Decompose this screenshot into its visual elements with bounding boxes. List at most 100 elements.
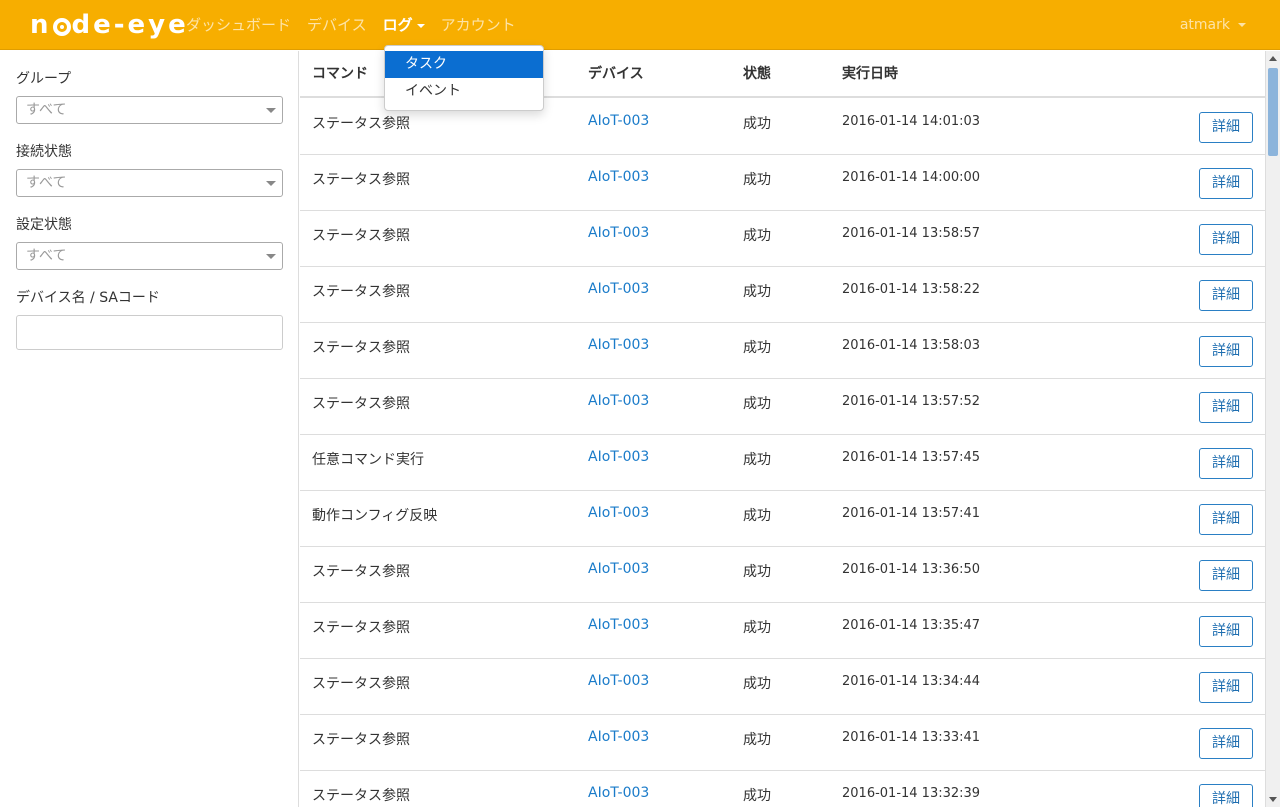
table-row: ステータス参照 AIoT-003 成功 2016-01-14 13:58:03 詳細: [300, 323, 1265, 379]
row-status: 成功: [743, 396, 771, 412]
detail-button[interactable]: 詳細: [1199, 224, 1253, 255]
detail-button[interactable]: 詳細: [1199, 336, 1253, 367]
nav-account[interactable]: アカウント: [433, 0, 524, 50]
row-device-link[interactable]: AIoT-003: [588, 113, 649, 129]
row-command: ステータス参照: [312, 620, 410, 636]
detail-button[interactable]: 詳細: [1199, 392, 1253, 423]
row-command: ステータス参照: [312, 228, 410, 244]
detail-button[interactable]: 詳細: [1199, 280, 1253, 311]
detail-button[interactable]: 詳細: [1199, 616, 1253, 647]
detail-button[interactable]: 詳細: [1199, 560, 1253, 591]
row-device-link[interactable]: AIoT-003: [588, 673, 649, 689]
header-status[interactable]: 状態: [743, 51, 771, 98]
nav-devices[interactable]: デバイス: [299, 0, 375, 50]
nav-dashboard[interactable]: ダッシュボード: [178, 0, 299, 50]
table-row: ステータス参照 AIoT-003 成功 2016-01-14 13:33:41 詳細: [300, 715, 1265, 771]
row-datetime: 2016-01-14 13:57:45: [842, 450, 981, 465]
row-datetime: 2016-01-14 13:35:47: [842, 618, 981, 633]
row-command: ステータス参照: [312, 116, 410, 132]
row-status: 成功: [743, 620, 771, 636]
row-device-link[interactable]: AIoT-003: [588, 337, 649, 353]
row-device-link[interactable]: AIoT-003: [588, 785, 649, 801]
row-status: 成功: [743, 340, 771, 356]
row-status: 成功: [743, 564, 771, 580]
vertical-scrollbar[interactable]: [1265, 51, 1280, 807]
menu-item-events[interactable]: イベント: [385, 78, 543, 105]
config-label: 設定状態: [16, 217, 72, 233]
table-row: ステータス参照 AIoT-003 成功 2016-01-14 13:58:57 詳細: [300, 211, 1265, 267]
row-datetime: 2016-01-14 13:33:41: [842, 730, 981, 745]
config-select-value: すべて: [26, 248, 67, 264]
row-datetime: 2016-01-14 13:57:52: [842, 394, 981, 409]
menu-item-tasks[interactable]: タスク: [385, 51, 543, 78]
row-command: ステータス参照: [312, 788, 410, 804]
row-command: ステータス参照: [312, 340, 410, 356]
group-label: グループ: [16, 71, 72, 87]
connection-select[interactable]: すべて: [16, 169, 283, 197]
row-device-link[interactable]: AIoT-003: [588, 393, 649, 409]
table-row: ステータス参照 AIoT-003 成功 2016-01-14 14:00:00 詳細: [300, 155, 1265, 211]
scrollbar-thumb[interactable]: [1268, 68, 1278, 156]
user-menu[interactable]: atmark: [1180, 0, 1246, 50]
config-select[interactable]: すべて: [16, 242, 283, 270]
detail-button[interactable]: 詳細: [1199, 168, 1253, 199]
header-datetime[interactable]: 実行日時: [842, 51, 898, 98]
table-row: ステータス参照 AIoT-003 成功 2016-01-14 13:34:44 詳細: [300, 659, 1265, 715]
row-device-link[interactable]: AIoT-003: [588, 729, 649, 745]
brand-text-end: de-eye: [71, 10, 189, 40]
table-row: ステータス参照 AIoT-003 成功 2016-01-14 13:57:52 詳細: [300, 379, 1265, 435]
detail-button[interactable]: 詳細: [1199, 728, 1253, 759]
row-command: 任意コマンド実行: [312, 452, 424, 468]
row-device-link[interactable]: AIoT-003: [588, 169, 649, 185]
dropdown-arrow-icon: [266, 254, 276, 259]
row-device-link[interactable]: AIoT-003: [588, 225, 649, 241]
row-datetime: 2016-01-14 13:57:41: [842, 506, 981, 521]
table-row: ステータス参照 AIoT-003 成功 2016-01-14 13:58:22 詳細: [300, 267, 1265, 323]
row-command: ステータス参照: [312, 396, 410, 412]
row-device-link[interactable]: AIoT-003: [588, 617, 649, 633]
scroll-down-icon[interactable]: [1266, 792, 1280, 807]
main-nav: ダッシュボード デバイス ログ アカウント: [178, 0, 524, 50]
group-select[interactable]: すべて: [16, 96, 283, 124]
table-row: ステータス参照 AIoT-003 成功 2016-01-14 13:32:39 詳細: [300, 771, 1265, 807]
row-command: ステータス参照: [312, 564, 410, 580]
detail-button[interactable]: 詳細: [1199, 448, 1253, 479]
row-datetime: 2016-01-14 13:34:44: [842, 674, 981, 689]
row-status: 成功: [743, 676, 771, 692]
caret-down-icon: [1238, 23, 1246, 27]
detail-button[interactable]: 詳細: [1199, 784, 1253, 807]
nav-logs[interactable]: ログ: [375, 0, 433, 50]
row-device-link[interactable]: AIoT-003: [588, 449, 649, 465]
row-datetime: 2016-01-14 13:58:22: [842, 282, 981, 297]
row-status: 成功: [743, 116, 771, 132]
table-row: ステータス参照 AIoT-003 成功 2016-01-14 13:36:50 詳細: [300, 547, 1265, 603]
header-command[interactable]: コマンド: [312, 51, 368, 98]
header-device[interactable]: デバイス: [588, 51, 644, 98]
brand-ring-icon: [52, 18, 71, 36]
caret-down-icon: [416, 23, 425, 28]
dropdown-arrow-icon: [266, 108, 276, 113]
row-status: 成功: [743, 508, 771, 524]
row-datetime: 2016-01-14 13:36:50: [842, 562, 981, 577]
row-device-link[interactable]: AIoT-003: [588, 281, 649, 297]
row-device-link[interactable]: AIoT-003: [588, 505, 649, 521]
row-status: 成功: [743, 284, 771, 300]
brand-logo[interactable]: n de-eye: [30, 8, 189, 42]
logs-dropdown-menu: タスク イベント: [384, 45, 544, 111]
row-status: 成功: [743, 732, 771, 748]
scroll-up-icon[interactable]: [1266, 51, 1280, 66]
detail-button[interactable]: 詳細: [1199, 672, 1253, 703]
row-status: 成功: [743, 788, 771, 804]
row-datetime: 2016-01-14 14:01:03: [842, 114, 981, 129]
row-datetime: 2016-01-14 13:58:57: [842, 226, 981, 241]
task-log-table: コマンド デバイス 状態 実行日時 ステータス参照 AIoT-003 成功 2016-…: [300, 51, 1265, 807]
table-row: 任意コマンド実行 AIoT-003 成功 2016-01-14 13:57:45 詳細: [300, 435, 1265, 491]
row-datetime: 2016-01-14 13:58:03: [842, 338, 981, 353]
detail-button[interactable]: 詳細: [1199, 504, 1253, 535]
detail-button[interactable]: 詳細: [1199, 112, 1253, 143]
row-device-link[interactable]: AIoT-003: [588, 561, 649, 577]
table-row: ステータス参照 AIoT-003 成功 2016-01-14 13:35:47 詳細: [300, 603, 1265, 659]
row-status: 成功: [743, 172, 771, 188]
device-name-input[interactable]: [16, 315, 283, 350]
row-command: ステータス参照: [312, 172, 410, 188]
